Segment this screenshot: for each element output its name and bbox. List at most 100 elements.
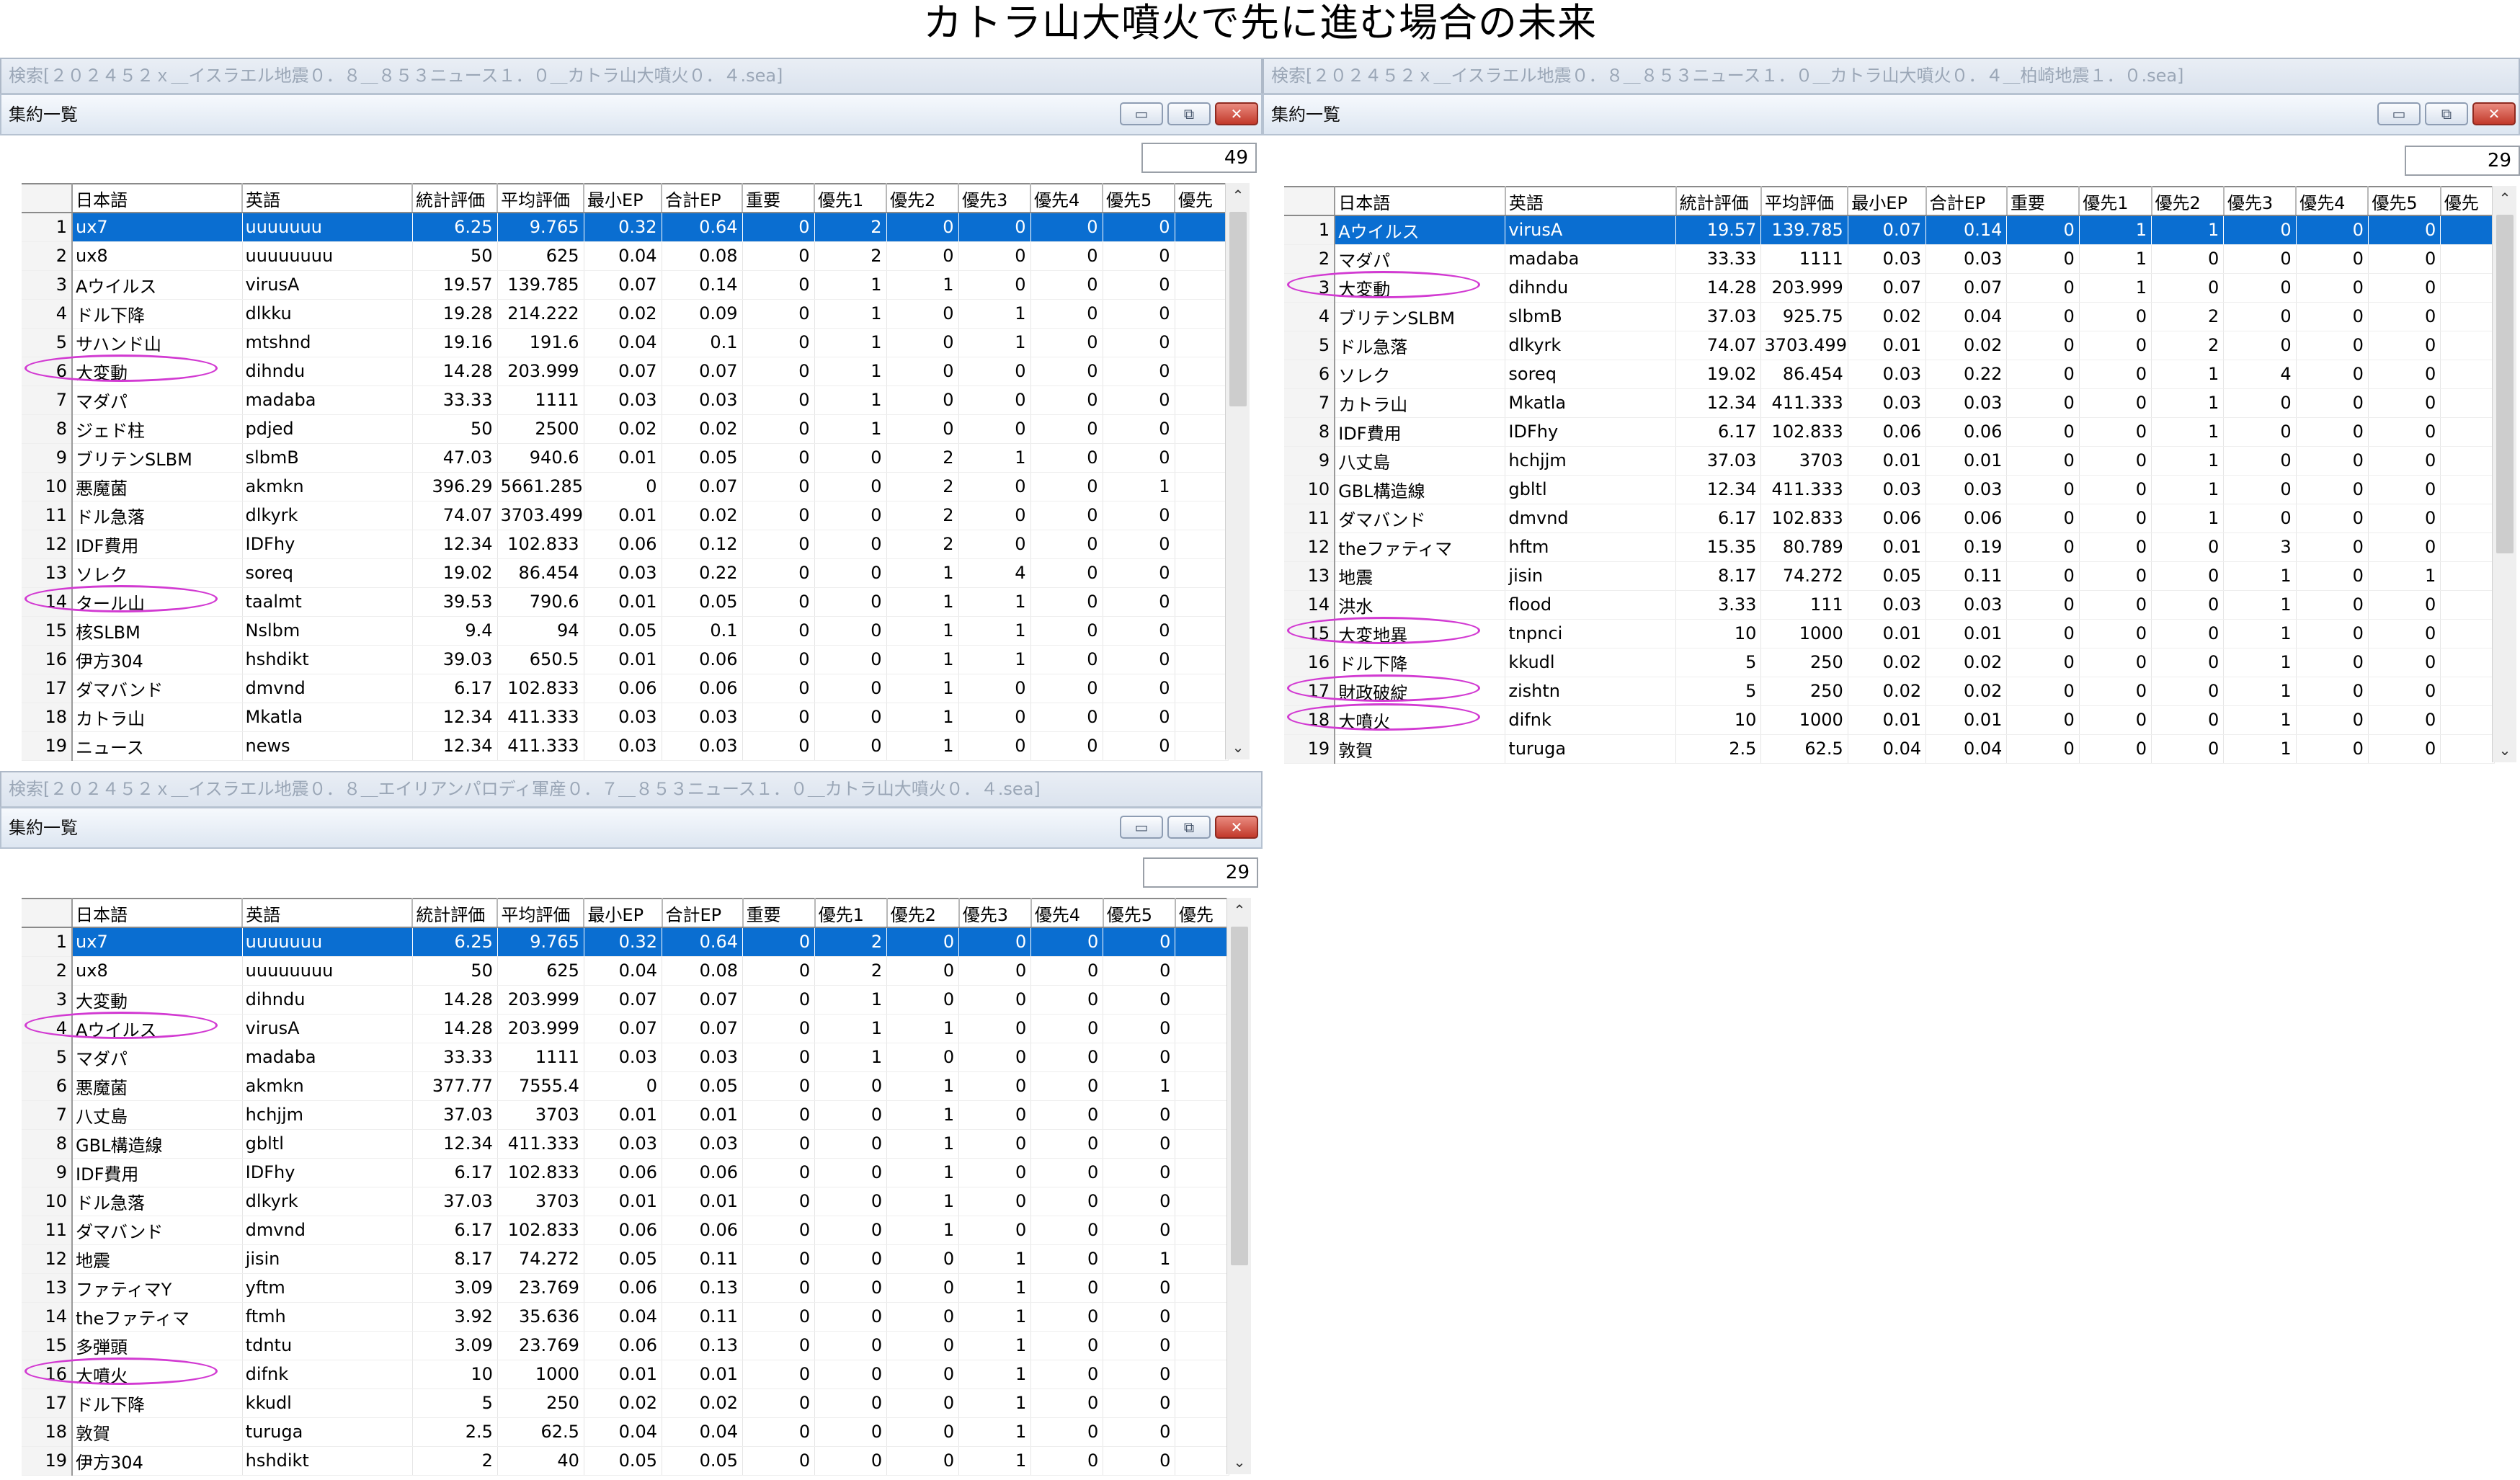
table-row[interactable]: 7 カトラ山 Mkatla 12.34 411.333 0.03 0.03 0 0 1 0 0 0 [1284, 388, 2495, 418]
table-row[interactable]: 5 サハンド山 mtshnd 19.16 191.6 0.04 0.1 0 1 0 1 0 0 [22, 328, 1229, 357]
table-row[interactable]: 1 Aウイルス virusA 19.57 139.785 0.07 0.14 0 1 1 0 0 0 [1284, 215, 2495, 245]
column-header[interactable]: 優先5 [1103, 183, 1175, 213]
column-header[interactable]: 優先 [1175, 898, 1230, 928]
table-row[interactable]: 14 theファティマ ftmh 3.92 35.636 0.04 0.11 0 0 0 1 0 0 [22, 1302, 1229, 1332]
column-header[interactable]: 合計EP [1925, 186, 2008, 216]
vertical-scrollbar[interactable]: ⌃ ⌄ [2492, 186, 2516, 762]
column-header[interactable]: 優先4 [2296, 186, 2369, 216]
table-row[interactable]: 3 大変動 dihndu 14.28 203.999 0.07 0.07 0 1 0 0 0 0 [1284, 273, 2495, 303]
table-row[interactable]: 12 IDF費用 IDFhy 12.34 102.833 0.06 0.12 0 0 2 0 0 0 [22, 530, 1229, 559]
table-row[interactable]: 9 八丈島 hchjjm 37.03 3703 0.01 0.01 0 0 1 0 0 0 [1284, 446, 2495, 476]
scroll-up-icon[interactable]: ⌃ [1226, 183, 1250, 208]
table-row[interactable]: 19 敦賀 turuga 2.5 62.5 0.04 0.04 0 0 0 1 0 0 [1284, 734, 2495, 764]
table-row[interactable]: 13 地震 jisin 8.17 74.272 0.05 0.11 0 0 0 1 0 1 [1284, 561, 2495, 591]
table-row[interactable]: 8 ジェド柱 pdjed 50 2500 0.02 0.02 0 1 0 0 0 0 [22, 414, 1229, 444]
table-row[interactable]: 14 タール山 taalmt 39.53 790.6 0.01 0.05 0 0 1 1 0 0 [22, 587, 1229, 617]
table-row[interactable]: 13 ソレク soreq 19.02 86.454 0.03 0.22 0 0 1 4 0 0 [22, 558, 1229, 588]
column-header[interactable]: 最小EP [1848, 186, 1927, 216]
table-row[interactable]: 18 大噴火 difnk 10 1000 0.01 0.01 0 0 0 1 0 0 [1284, 705, 2495, 735]
table-row[interactable]: 17 財政破綻 zishtn 5 250 0.02 0.02 0 0 0 1 0 0 [1284, 677, 2495, 706]
table-row[interactable]: 2 ux8 uuuuuuuu 50 625 0.04 0.08 0 2 0 0 0 0 [22, 956, 1229, 986]
table-row[interactable]: 4 ブリテンSLBM slbmB 37.03 925.75 0.02 0.04 0 0 2 0 0 0 [1284, 302, 2495, 331]
table-row[interactable]: 6 悪魔菌 akmkn 377.77 7555.4 0 0.05 0 0 1 0 0 1 [22, 1071, 1229, 1101]
column-header[interactable] [22, 898, 74, 928]
column-header[interactable]: 統計評価 [412, 183, 498, 213]
table-row[interactable]: 5 ドル急落 dlkyrk 74.07 3703.499 0.01 0.02 0 0 2 0 0 0 [1284, 331, 2495, 360]
restore-button[interactable]: ⧉ [2425, 102, 2468, 125]
column-header[interactable] [1284, 186, 1336, 216]
table-row[interactable]: 3 大変動 dihndu 14.28 203.999 0.07 0.07 0 1 0 0 0 0 [22, 985, 1229, 1015]
table-row[interactable]: 7 マダパ madaba 33.33 1111 0.03 0.03 0 1 0 0 0 0 [22, 385, 1229, 415]
column-header[interactable]: 最小EP [584, 898, 663, 928]
scroll-down-icon[interactable]: ⌄ [1227, 1450, 1252, 1474]
table-row[interactable]: 8 IDF費用 IDFhy 6.17 102.833 0.06 0.06 0 0 1 0 0 0 [1284, 417, 2495, 447]
column-header[interactable]: 合計EP [662, 898, 744, 928]
count-field[interactable]: 29 [2405, 146, 2520, 176]
table-row[interactable]: 9 ブリテンSLBM slbmB 47.03 940.6 0.01 0.05 0 0 2 1 0 0 [22, 443, 1229, 473]
table-row[interactable]: 16 大噴火 difnk 10 1000 0.01 0.01 0 0 0 1 0 0 [22, 1360, 1229, 1389]
table-row[interactable]: 9 IDF費用 IDFhy 6.17 102.833 0.06 0.06 0 0 1 0 0 0 [22, 1158, 1229, 1187]
table-row[interactable]: 11 ダマバンド dmvnd 6.17 102.833 0.06 0.06 0 0 1 0 0 0 [22, 1216, 1229, 1245]
column-header[interactable]: 英語 [242, 898, 414, 928]
table-row[interactable]: 13 ファティマY yftm 3.09 23.769 0.06 0.13 0 0 0 1 0 0 [22, 1273, 1229, 1303]
table-row[interactable]: 1 ux7 uuuuuuu 6.25 9.765 0.32 0.64 0 2 0 0 0 0 [22, 213, 1229, 242]
column-header[interactable]: 英語 [242, 183, 413, 213]
restore-button[interactable]: ⧉ [1167, 816, 1211, 839]
scroll-thumb[interactable] [2496, 215, 2514, 553]
table-row[interactable]: 6 大変動 dihndu 14.28 203.999 0.07 0.07 0 1 0 0 0 0 [22, 357, 1229, 386]
table-row[interactable]: 10 GBL構造線 gbltl 12.34 411.333 0.03 0.03 0 0 1 0 0 0 [1284, 475, 2495, 504]
count-field[interactable]: 29 [1143, 857, 1258, 888]
vertical-scrollbar[interactable]: ⌃ ⌄ [1226, 898, 1251, 1474]
close-button[interactable]: ✕ [2472, 102, 2516, 125]
column-header[interactable]: 優先4 [1030, 898, 1104, 928]
table-row[interactable]: 5 マダパ madaba 33.33 1111 0.03 0.03 0 1 0 0 0 0 [22, 1043, 1229, 1072]
table-row[interactable]: 10 ドル急落 dlkyrk 37.03 3703 0.01 0.01 0 0 1 0 0 0 [22, 1187, 1229, 1216]
column-header[interactable]: 優先1 [2079, 186, 2152, 216]
column-header[interactable]: 優先5 [1103, 898, 1176, 928]
column-header[interactable]: 重要 [742, 898, 816, 928]
table-row[interactable]: 11 ドル急落 dlkyrk 74.07 3703.499 0.01 0.02 0 0 2 0 0 0 [22, 501, 1229, 530]
scroll-thumb[interactable] [1231, 927, 1248, 1265]
column-header[interactable]: 優先5 [2368, 186, 2441, 216]
column-header[interactable]: 平均評価 [497, 898, 585, 928]
restore-button[interactable]: ⧉ [1167, 102, 1211, 125]
column-header[interactable]: 優先 [1175, 183, 1229, 213]
table-row[interactable]: 16 伊方304 hshdikt 39.03 650.5 0.01 0.06 0 0 1 1 0 0 [22, 645, 1229, 674]
column-header[interactable]: 優先1 [814, 898, 888, 928]
table-row[interactable]: 18 敦賀 turuga 2.5 62.5 0.04 0.04 0 0 0 1 0 0 [22, 1417, 1229, 1447]
table-row[interactable]: 4 Aウイルス virusA 14.28 203.999 0.07 0.07 0 1 1 0 0 0 [22, 1014, 1229, 1043]
table-row[interactable]: 10 悪魔菌 akmkn 396.29 5661.285 0 0.07 0 0 2 0 0 1 [22, 472, 1229, 501]
table-row[interactable]: 12 theファティマ hftm 15.35 80.789 0.01 0.19 0 0 0 3 0 0 [1284, 532, 2495, 562]
table-row[interactable]: 6 ソレク soreq 19.02 86.454 0.03 0.22 0 0 1 4 0 0 [1284, 360, 2495, 389]
column-header[interactable]: 優先2 [886, 183, 959, 213]
table-row[interactable]: 19 伊方304 hshdikt 2 40 0.05 0.05 0 0 0 1 0 0 [22, 1446, 1229, 1476]
table-row[interactable]: 1 ux7 uuuuuuu 6.25 9.765 0.32 0.64 0 2 0 0 0 0 [22, 927, 1229, 957]
column-header[interactable] [22, 183, 73, 213]
table-row[interactable]: 15 核SLBM Nslbm 9.4 94 0.05 0.1 0 0 1 1 0 0 [22, 616, 1229, 646]
table-row[interactable]: 8 GBL構造線 gbltl 12.34 411.333 0.03 0.03 0 0 1 0 0 0 [22, 1129, 1229, 1159]
table-row[interactable]: 17 ダマバンド dmvnd 6.17 102.833 0.06 0.06 0 0 1 0 0 0 [22, 674, 1229, 703]
table-row[interactable]: 11 ダマバンド dmvnd 6.17 102.833 0.06 0.06 0 0 1 0 0 0 [1284, 504, 2495, 533]
column-header[interactable]: 日本語 [72, 898, 244, 928]
column-header[interactable]: 重要 [742, 183, 815, 213]
column-header[interactable]: 優先2 [2151, 186, 2225, 216]
vertical-scrollbar[interactable]: ⌃ ⌄ [1225, 183, 1250, 759]
table-row[interactable]: 19 ニュース news 12.34 411.333 0.03 0.03 0 0 1 0 0 0 [22, 731, 1229, 761]
column-header[interactable]: 重要 [2006, 186, 2080, 216]
table-row[interactable]: 18 カトラ山 Mkatla 12.34 411.333 0.03 0.03 0 0 1 0 0 0 [22, 703, 1229, 732]
column-header[interactable]: 優先3 [958, 183, 1031, 213]
minimize-button[interactable]: ▭ [2377, 102, 2421, 125]
scroll-down-icon[interactable]: ⌄ [1226, 735, 1250, 759]
column-header[interactable]: 優先 [2440, 186, 2495, 216]
column-header[interactable]: 優先3 [958, 898, 1032, 928]
column-header[interactable]: 平均評価 [497, 183, 584, 213]
table-row[interactable]: 16 ドル下降 kkudl 5 250 0.02 0.02 0 0 0 1 0 0 [1284, 648, 2495, 677]
table-row[interactable]: 2 ux8 uuuuuuuu 50 625 0.04 0.08 0 2 0 0 0 0 [22, 241, 1229, 271]
column-header[interactable]: 日本語 [1335, 186, 1506, 216]
close-button[interactable]: ✕ [1215, 816, 1258, 839]
count-field[interactable]: 49 [1141, 143, 1257, 173]
table-row[interactable]: 4 ドル下降 dlkku 19.28 214.222 0.02 0.09 0 1 0 1 0 0 [22, 299, 1229, 329]
minimize-button[interactable]: ▭ [1120, 816, 1163, 839]
column-header[interactable]: 優先4 [1030, 183, 1103, 213]
minimize-button[interactable]: ▭ [1120, 102, 1163, 125]
